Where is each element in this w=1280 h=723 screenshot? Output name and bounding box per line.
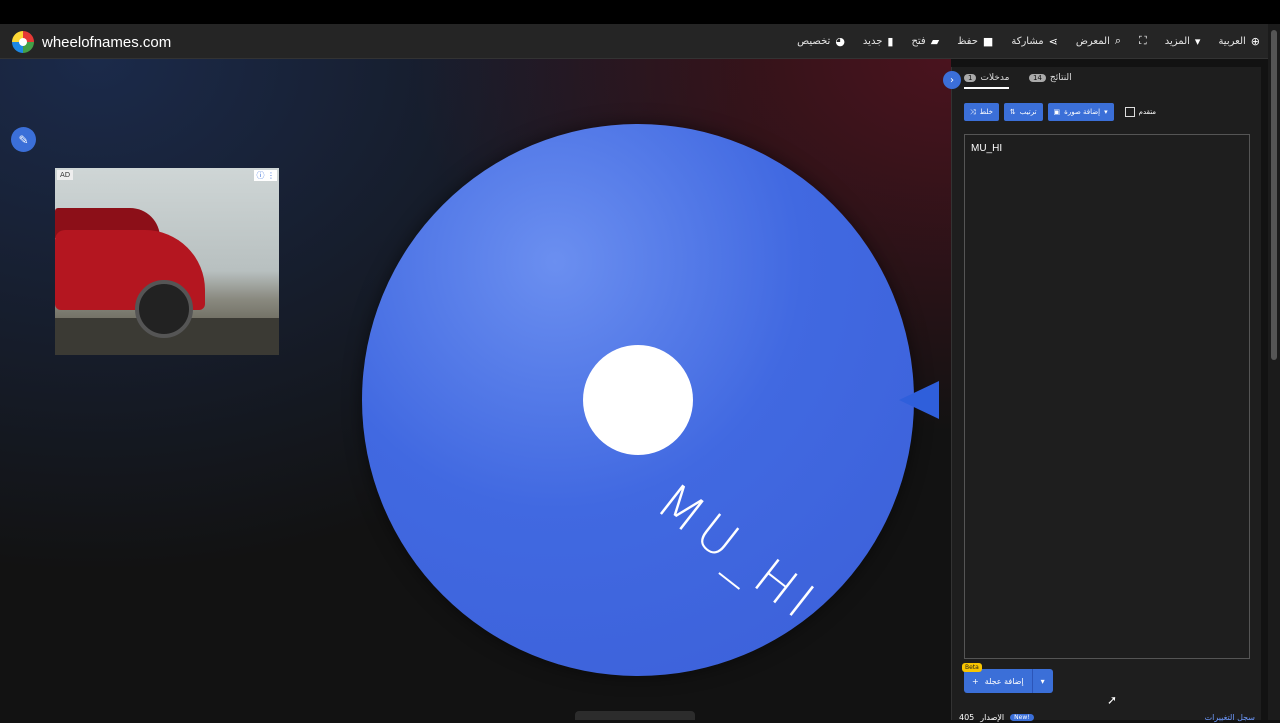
panel-tabs: › 1 مدخلات 14 النتائج: [943, 67, 1261, 93]
page-scrollbar[interactable]: [1268, 24, 1280, 720]
tab-entries[interactable]: 1 مدخلات: [964, 73, 1010, 89]
mouse-cursor-icon: ➚: [1107, 693, 1118, 707]
globe-icon: ⊕: [1250, 34, 1260, 48]
share-icon: ⋖: [1048, 34, 1058, 48]
sort-icon: ⇅: [1009, 108, 1016, 116]
save-icon: ■: [982, 34, 994, 48]
entry-item: MU_HI: [971, 143, 1003, 154]
new-badge: New!: [1010, 713, 1034, 721]
caret-down-icon: ▾: [1194, 34, 1201, 48]
nav-save[interactable]: ■ حفظ: [957, 35, 993, 48]
palette-icon: ◕: [835, 34, 845, 48]
nav-share[interactable]: ⋖ مشاركة: [1011, 35, 1058, 48]
sort-button[interactable]: ⇅ ترتيب: [1003, 103, 1043, 121]
collapse-panel-button[interactable]: ›: [943, 71, 961, 89]
add-wheel-dropdown[interactable]: ▾: [1031, 669, 1053, 693]
entries-textarea[interactable]: MU_HI: [964, 134, 1250, 659]
add-wheel-button[interactable]: + إضافة عجلة: [964, 669, 1032, 693]
ad-car-wheel: [135, 280, 193, 338]
nav-language[interactable]: ⊕ العربية: [1218, 35, 1260, 48]
nav-fullscreen[interactable]: ⛶: [1139, 34, 1147, 48]
caret-down-icon: ▾: [1040, 676, 1045, 686]
ad-label: AD: [57, 170, 74, 180]
changelog-link[interactable]: سجل التغييرات: [1205, 713, 1255, 722]
navbar: wheelofnames.com ◕ تخصيص ▮ جديد ▰ فتح ■ حفظ …: [0, 24, 1268, 59]
top-strip: [0, 0, 1280, 24]
ad-info-icon[interactable]: ⓘ ⋮: [254, 170, 277, 181]
nav-customize[interactable]: ◕ تخصيص: [797, 35, 845, 48]
edit-pencil-button[interactable]: ✎: [11, 127, 36, 152]
results-count: 14: [1029, 74, 1046, 82]
version-number: 405: [959, 712, 975, 722]
caret-down-icon: ▾: [1104, 108, 1108, 116]
advanced-toggle[interactable]: متقدم: [1124, 107, 1156, 117]
panel-footer: 405 الإصدار New! سجل التغييرات: [959, 711, 1259, 723]
tab-results[interactable]: 14 النتائج: [1029, 73, 1072, 83]
wheel-pointer-icon: [899, 381, 939, 419]
wheel-hub[interactable]: [583, 345, 693, 455]
scrollbar-thumb[interactable]: [1271, 30, 1277, 360]
shuffle-button[interactable]: ⤨ خلط: [964, 103, 999, 121]
entries-panel: › 1 مدخلات 14 النتائج ⤨ خلط ⇅ ترتيب ▣ إضافة…: [943, 67, 1261, 723]
spin-wheel[interactable]: MU_HI: [362, 124, 914, 676]
nav-open[interactable]: ▰ فتح: [911, 35, 939, 48]
chevron-right-icon: ›: [950, 74, 954, 86]
add-wheel-control: Beta + إضافة عجلة ▾: [962, 663, 1053, 693]
entries-count: 1: [964, 74, 977, 82]
entries-toolbar: ⤨ خلط ⇅ ترتيب ▣ إضافة صورة ▾ متقدم: [964, 103, 1156, 121]
shuffle-icon: ⤨: [970, 107, 976, 116]
advanced-checkbox[interactable]: [1124, 107, 1135, 117]
version-label: الإصدار: [980, 712, 1005, 722]
beta-badge: Beta: [962, 663, 982, 672]
pencil-icon: ✎: [18, 132, 29, 147]
search-icon: ⌕: [1114, 34, 1122, 47]
new-file-icon: ▮: [887, 34, 894, 48]
folder-icon: ▰: [930, 34, 940, 48]
nav-more[interactable]: ▾ المزيد: [1165, 35, 1201, 48]
logo-icon: [12, 31, 34, 53]
image-icon: ▣: [1053, 108, 1061, 116]
bottom-handle[interactable]: [575, 711, 695, 720]
plus-icon: +: [972, 676, 979, 686]
fullscreen-icon: ⛶: [1139, 34, 1147, 47]
ad-banner[interactable]: AD ⓘ ⋮: [55, 168, 279, 355]
brand[interactable]: wheelofnames.com: [12, 31, 171, 53]
nav-new[interactable]: ▮ جديد: [863, 35, 894, 48]
add-image-button[interactable]: ▣ إضافة صورة ▾: [1047, 103, 1114, 121]
nav-menu: ◕ تخصيص ▮ جديد ▰ فتح ■ حفظ ⋖ مشاركة ⌕ المعرض ⛶…: [797, 24, 1260, 58]
site-name: wheelofnames.com: [42, 33, 172, 51]
wheel-segment-label: MU_HI: [646, 472, 830, 633]
nav-gallery[interactable]: ⌕ المعرض: [1076, 34, 1121, 48]
